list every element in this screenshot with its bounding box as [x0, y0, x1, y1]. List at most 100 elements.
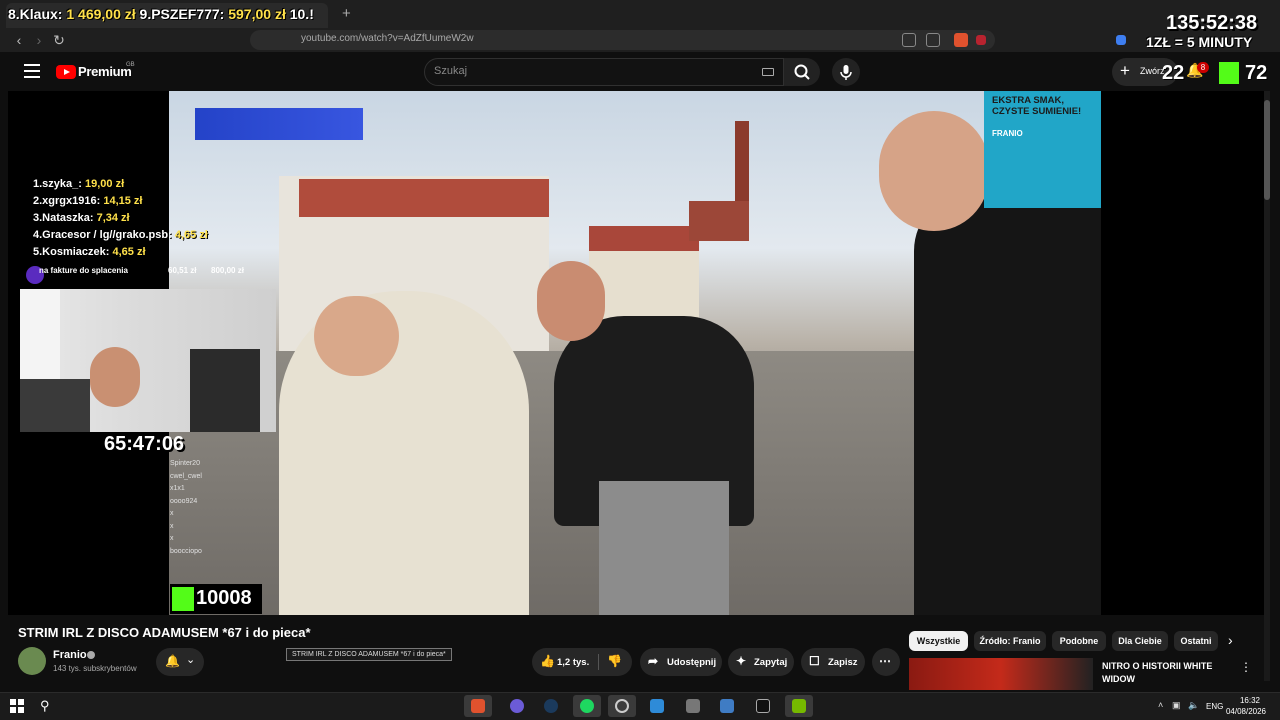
chat-message: oooo924 [170, 497, 198, 505]
related-video-title[interactable]: NITRO O HISTORII WHITE WIDOW [1102, 660, 1220, 686]
save-icon: ☐ [809, 654, 820, 668]
channel-avatar[interactable] [18, 647, 46, 675]
spotify-icon [580, 699, 594, 713]
dislike-icon[interactable]: 👎 [607, 654, 622, 668]
donation-goal: na fakture do splacenia 60,51 zł 800,00 … [26, 264, 276, 284]
streamer [90, 347, 140, 407]
youtube-logo-text[interactable]: Premium [78, 64, 132, 79]
viewer-stat-right: 72 [1245, 62, 1268, 84]
forward-icon[interactable]: › [30, 31, 48, 49]
kebab-icon[interactable]: ⋮ [1240, 660, 1252, 674]
leaderboard-row: 1.szyka_: 19,00 zł [33, 178, 125, 190]
windows-start-icon[interactable] [10, 699, 24, 713]
donation-1-name: 8.Klaux: [8, 6, 67, 22]
brave-icon [471, 699, 485, 713]
brave-shield-icon[interactable] [954, 33, 968, 47]
voice-search-button[interactable] [832, 58, 860, 86]
bed [20, 379, 90, 432]
share-button[interactable]: ➦ Udostępnij [640, 648, 722, 676]
video-title: STRIM IRL Z DISCO ADAMUSEM *67 i do piec… [18, 625, 311, 640]
chat-message: x [170, 510, 174, 517]
chip-source[interactable]: Źródło: Franio [974, 631, 1046, 651]
clock-date[interactable]: 04/08/2026 [1224, 707, 1266, 716]
clock-time[interactable]: 16:32 [1230, 696, 1260, 705]
region-label: GB [126, 62, 135, 68]
chevron-down-icon: ⌄ [186, 654, 196, 666]
scrollbar-thumb[interactable] [1264, 100, 1270, 200]
language-indicator[interactable]: ENG [1206, 702, 1223, 711]
kick-icon [172, 587, 194, 611]
extension-icon[interactable] [1116, 35, 1126, 45]
title-tooltip: STRIM IRL Z DISCO ADAMUSEM *67 i do piec… [286, 648, 452, 661]
rewards-icon[interactable] [976, 35, 986, 45]
kick-follower-count: 10008 [196, 587, 252, 609]
remote-desktop-icon[interactable] [720, 699, 734, 713]
tray-chevron-icon[interactable]: ˄ [1158, 700, 1163, 710]
person-middle-head [537, 261, 605, 341]
stream-banner [195, 108, 363, 140]
search-button[interactable] [784, 58, 820, 86]
church-body [689, 201, 749, 241]
search-icon[interactable]: ⚲ [40, 698, 50, 714]
discord-icon[interactable] [510, 699, 524, 713]
url-text[interactable]: youtube.com/watch?v=AdZfUumeW2w [301, 33, 474, 44]
roof-left [299, 179, 549, 217]
person-middle-legs [599, 481, 729, 615]
channel-name[interactable]: Franio [53, 649, 87, 661]
terminal-icon[interactable] [756, 699, 770, 713]
chip-for-you[interactable]: Dla Ciebie [1112, 631, 1168, 651]
like-icon[interactable]: 👍 [540, 654, 555, 668]
nvidia-icon [792, 699, 806, 713]
viewer-stat-left: 22 [1162, 62, 1185, 84]
chat-message: x [170, 535, 174, 542]
chat-message: boocciopo [170, 547, 202, 555]
subscription-bell-button[interactable]: 🔔 ⌄ [156, 648, 204, 676]
plus-icon: + [1120, 61, 1130, 80]
cast-icon[interactable] [926, 33, 940, 47]
network-icon[interactable]: ▣ [1172, 700, 1181, 711]
ask-label: Zapytaj [754, 657, 788, 668]
create-label: Zwórz [1140, 66, 1165, 76]
new-tab-button[interactable]: + [342, 5, 351, 22]
translate-icon[interactable] [902, 33, 916, 47]
save-button[interactable]: ☐ Zapisz [801, 648, 865, 676]
notification-badge: 8 [1197, 62, 1209, 73]
keyboard-icon[interactable] [762, 68, 774, 76]
like-count[interactable]: 1,2 tys. [557, 657, 589, 668]
chip-all[interactable]: Wszystkie [909, 631, 968, 651]
person-right [914, 191, 1101, 615]
reload-icon[interactable]: ↻ [50, 31, 68, 49]
youtube-logo-icon[interactable] [56, 65, 76, 79]
chip-similar[interactable]: Podobne [1052, 631, 1106, 651]
donation-leaderboard: 1.szyka_: 19,00 zł 2.xgrgx1916: 14,15 zł… [33, 176, 208, 261]
donation-1-amount: 1 469,00 zł [66, 6, 136, 22]
search-icon [794, 64, 810, 80]
back-icon[interactable]: ‹ [10, 31, 28, 49]
related-video-thumbnail[interactable] [909, 658, 1093, 690]
volume-icon[interactable]: 🔈 [1188, 700, 1199, 711]
more-actions-button[interactable]: ⋯ [872, 648, 900, 676]
subathon-rate: 1ZŁ = 5 MINUTY [1146, 34, 1253, 50]
chat-message: x [170, 522, 174, 530]
top-donations-ticker: 8.Klaux: 1 469,00 zł 9.PSZEF777: 597,00 … [8, 6, 314, 22]
chat-message: cwel_cwel [170, 472, 202, 480]
leaderboard-row: 3.Nataszka: 7,34 zł [33, 212, 130, 224]
search-input[interactable] [424, 58, 784, 86]
network-app-icon[interactable] [686, 699, 700, 713]
bell-icon: 🔔 [165, 654, 180, 668]
streamer-webcam [20, 289, 276, 432]
mic-icon [840, 65, 852, 80]
monitor [190, 349, 260, 432]
chip-recent[interactable]: Ostatni [1174, 631, 1218, 651]
donation-2-name: 9.PSZEF777: [135, 6, 229, 22]
search-placeholder[interactable]: Szukaj [434, 65, 467, 77]
chevron-right-icon[interactable]: › [1228, 632, 1233, 648]
donation-3-name: 10.! [285, 6, 314, 22]
menu-icon[interactable] [24, 64, 40, 78]
goal-label: na fakture do splacenia [39, 266, 128, 275]
vscode-icon[interactable] [650, 699, 664, 713]
ask-button[interactable]: ✦ Zapytaj [728, 648, 794, 676]
verified-icon [87, 651, 95, 659]
person-left-head [314, 296, 399, 376]
steam-icon[interactable] [544, 699, 558, 713]
